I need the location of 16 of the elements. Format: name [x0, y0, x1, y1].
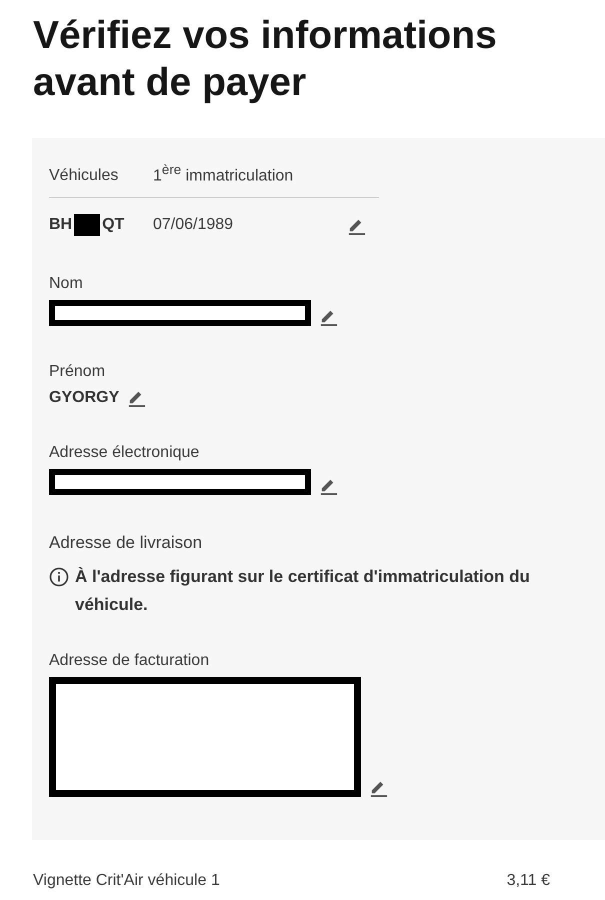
plate-text: BH: [49, 216, 72, 234]
field-label: Adresse électronique: [49, 443, 200, 464]
item-label: Vignette Crit'Air véhicule 1: [33, 872, 220, 890]
field-value: GYORGY: [49, 389, 120, 408]
info-icon: [49, 567, 69, 588]
field-label: Adresse de facturation: [49, 651, 210, 672]
plate-text: QT: [102, 216, 124, 234]
column-header: Véhicules: [49, 167, 120, 186]
field-label: Prénom: [49, 362, 106, 382]
field-label: Adresse de livraison: [49, 533, 202, 554]
field-label: Nom: [49, 274, 84, 294]
page-title: Vérifiez vos informations avant de payer: [32, 13, 498, 106]
registration-date: 07/06/1989: [153, 216, 234, 234]
column-header: 1$^{ère}$ immatriculation: [153, 162, 294, 186]
info-text: À l'adresse figurant sur le certificat d'immatriculation du véhicule.: [75, 566, 531, 616]
item-price: 3,11 €: [506, 872, 550, 890]
